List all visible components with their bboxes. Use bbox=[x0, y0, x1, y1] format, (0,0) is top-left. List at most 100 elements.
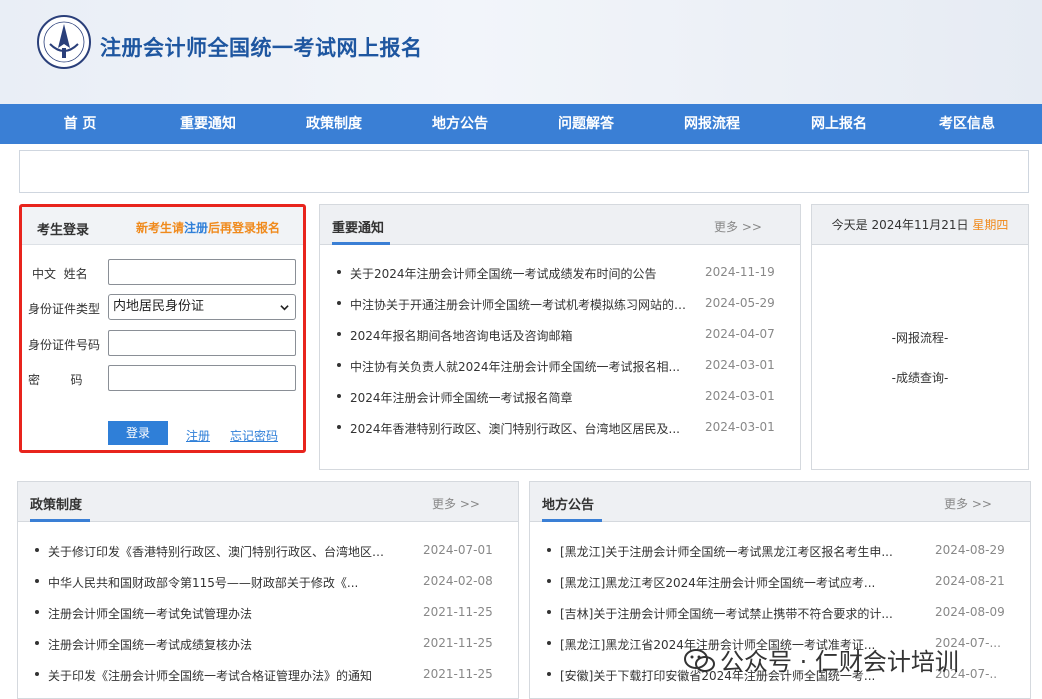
item-title[interactable]: 关于2024年注册会计师全国统一考试成绩发布时间的公告 bbox=[350, 265, 696, 282]
nav-process[interactable]: 网报流程 bbox=[667, 104, 757, 144]
banner-area bbox=[19, 150, 1029, 193]
item-title[interactable]: 关于修订印发《香港特别行政区、澳门特别行政区、台湾地区居... bbox=[48, 543, 394, 560]
item-date: 2021-11-25 bbox=[423, 667, 493, 681]
score-query-link[interactable]: -成绩查询- bbox=[812, 369, 1028, 386]
item-title[interactable]: 注册会计师全国统一考试免试管理办法 bbox=[48, 605, 394, 622]
id-type-value: 内地居民身份证 bbox=[113, 299, 205, 314]
nav-exam-area[interactable]: 考区信息 bbox=[922, 104, 1012, 144]
notices-header: 重要通知 更多 >> bbox=[320, 205, 800, 245]
item-title[interactable]: [吉林]关于注册会计师全国统一考试禁止携带不符合要求的计... bbox=[560, 605, 906, 622]
bullet-icon bbox=[337, 332, 341, 336]
watermark-text: 公众号 · 仁财会计培训 bbox=[720, 648, 959, 676]
chevron-down-icon bbox=[280, 305, 289, 311]
tip-prefix: 新考生请 bbox=[136, 221, 185, 235]
list-item[interactable]: 2024年香港特别行政区、澳门特别行政区、台湾地区居民及... 2024-03-0… bbox=[320, 420, 800, 438]
register-link[interactable]: 注册 bbox=[186, 427, 210, 444]
date-panel: 今天是 2024年11月21日 星期四 -网报流程- -成绩查询- bbox=[811, 204, 1029, 470]
id-type-label: 身份证件类型 bbox=[28, 302, 101, 316]
list-item[interactable]: 关于2024年注册会计师全国统一考试成绩发布时间的公告 2024-11-19 bbox=[320, 265, 800, 283]
login-panel: 考生登录 新考生请注册后再登录报名 中文 姓名 身份证件类型 内地居民身份证 身… bbox=[19, 204, 306, 453]
list-item[interactable]: 注册会计师全国统一考试免试管理办法 2021-11-25 bbox=[18, 605, 518, 623]
id-number-label: 身份证件号码 bbox=[28, 338, 101, 352]
notices-more-link[interactable]: 更多 >> bbox=[714, 218, 762, 235]
title-underline bbox=[30, 519, 90, 522]
item-title[interactable]: 中华人民共和国财政部令第115号——财政部关于修改《... bbox=[48, 574, 394, 591]
list-item[interactable]: 2024年注册会计师全国统一考试报名简章 2024-03-01 bbox=[320, 389, 800, 407]
item-date: 2021-11-25 bbox=[423, 636, 493, 650]
policy-title: 政策制度 bbox=[30, 498, 83, 513]
list-item[interactable]: [黑龙江]关于注册会计师全国统一考试黑龙江考区报名考生申... 2024-08-2… bbox=[530, 543, 1030, 561]
name-label: 中文 姓名 bbox=[32, 267, 88, 281]
bullet-icon bbox=[337, 363, 341, 367]
login-button[interactable]: 登录 bbox=[108, 421, 168, 445]
bullet-icon bbox=[337, 301, 341, 305]
id-number-input[interactable] bbox=[108, 330, 296, 356]
list-item[interactable]: 2024年报名期间各地咨询电话及咨询邮箱 2024-04-07 bbox=[320, 327, 800, 345]
local-title: 地方公告 bbox=[542, 498, 595, 513]
list-item[interactable]: 注册会计师全国统一考试成绩复核办法 2021-11-25 bbox=[18, 636, 518, 654]
login-title: 考生登录 bbox=[37, 223, 90, 238]
bullet-icon bbox=[35, 579, 39, 583]
bullet-icon bbox=[547, 641, 551, 645]
item-title[interactable]: [黑龙江]关于注册会计师全国统一考试黑龙江考区报名考生申... bbox=[560, 543, 906, 560]
date-header: 今天是 2024年11月21日 星期四 bbox=[812, 205, 1028, 245]
nav-policy[interactable]: 政策制度 bbox=[289, 104, 379, 144]
wechat-icon bbox=[684, 649, 715, 672]
item-title[interactable]: 注册会计师全国统一考试成绩复核办法 bbox=[48, 636, 394, 653]
item-date: 2024-07-01 bbox=[423, 543, 493, 557]
nav-register[interactable]: 网上报名 bbox=[794, 104, 884, 144]
policy-panel: 政策制度 更多 >> 关于修订印发《香港特别行政区、澳门特别行政区、台湾地区居.… bbox=[17, 481, 519, 699]
item-date: 2024-11-19 bbox=[705, 265, 775, 279]
item-date: 2024-08-09 bbox=[935, 605, 1005, 619]
notices-panel: 重要通知 更多 >> 关于2024年注册会计师全国统一考试成绩发布时间的公告 20… bbox=[319, 204, 801, 470]
item-title[interactable]: 2024年注册会计师全国统一考试报名简章 bbox=[350, 389, 696, 406]
item-title[interactable]: 关于印发《注册会计师全国统一考试合格证管理办法》的通知 bbox=[48, 667, 394, 684]
list-item[interactable]: 中注协有关负责人就2024年注册会计师全国统一考试报名相... 2024-03-0… bbox=[320, 358, 800, 376]
bullet-icon bbox=[337, 394, 341, 398]
password-input[interactable] bbox=[108, 365, 296, 391]
id-type-select[interactable]: 内地居民身份证 bbox=[108, 294, 296, 320]
tip-register-link[interactable]: 注册 bbox=[184, 221, 208, 235]
nav-local[interactable]: 地方公告 bbox=[415, 104, 505, 144]
list-item[interactable]: [吉林]关于注册会计师全国统一考试禁止携带不符合要求的计... 2024-08-0… bbox=[530, 605, 1030, 623]
item-date: 2024-04-07 bbox=[705, 327, 775, 341]
register-tip: 新考生请注册后再登录报名 bbox=[136, 219, 280, 236]
main-nav: 首 页 重要通知 政策制度 地方公告 问题解答 网报流程 网上报名 考区信息 bbox=[0, 104, 1042, 144]
bullet-icon bbox=[35, 610, 39, 614]
list-item[interactable]: [黑龙江]黑龙江考区2024年注册会计师全国统一考试应考... 2024-08-2… bbox=[530, 574, 1030, 592]
local-more-link[interactable]: 更多 >> bbox=[944, 495, 992, 512]
item-title[interactable]: [黑龙江]黑龙江考区2024年注册会计师全国统一考试应考... bbox=[560, 574, 906, 591]
name-input[interactable] bbox=[108, 259, 296, 285]
list-item[interactable]: 关于修订印发《香港特别行政区、澳门特别行政区、台湾地区居... 2024-07-0… bbox=[18, 543, 518, 561]
password-label: 密 码 bbox=[28, 373, 83, 387]
login-header: 考生登录 新考生请注册后再登录报名 bbox=[22, 207, 303, 245]
list-item[interactable]: 中华人民共和国财政部令第115号——财政部关于修改《... 2024-02-08 bbox=[18, 574, 518, 592]
bullet-icon bbox=[547, 672, 551, 676]
nav-home[interactable]: 首 页 bbox=[35, 104, 125, 144]
bullet-icon bbox=[547, 579, 551, 583]
item-title[interactable]: 中注协关于开通注册会计师全国统一考试机考模拟练习网站的公... bbox=[350, 296, 696, 313]
item-date: 2021-11-25 bbox=[423, 605, 493, 619]
list-item[interactable]: 中注协关于开通注册会计师全国统一考试机考模拟练习网站的公... 2024-05-2… bbox=[320, 296, 800, 314]
forgot-password-link[interactable]: 忘记密码 bbox=[230, 427, 278, 444]
cicpa-logo-icon bbox=[37, 15, 91, 69]
item-date: 2024-02-08 bbox=[423, 574, 493, 588]
weekday-text: 星期四 bbox=[972, 218, 1009, 232]
item-date: 2024-03-01 bbox=[705, 389, 775, 403]
item-title[interactable]: 2024年报名期间各地咨询电话及咨询邮箱 bbox=[350, 327, 696, 344]
local-header: 地方公告 更多 >> bbox=[530, 482, 1030, 522]
nav-faq[interactable]: 问题解答 bbox=[541, 104, 631, 144]
nav-notices[interactable]: 重要通知 bbox=[163, 104, 253, 144]
process-link[interactable]: -网报流程- bbox=[812, 329, 1028, 346]
item-date: 2024-03-01 bbox=[705, 358, 775, 372]
policy-header: 政策制度 更多 >> bbox=[18, 482, 518, 522]
item-title[interactable]: 2024年香港特别行政区、澳门特别行政区、台湾地区居民及... bbox=[350, 420, 696, 437]
tip-suffix: 后再登录报名 bbox=[208, 221, 281, 235]
item-date: 2024-03-01 bbox=[705, 420, 775, 434]
bullet-icon bbox=[547, 610, 551, 614]
list-item[interactable]: 关于印发《注册会计师全国统一考试合格证管理办法》的通知 2021-11-25 bbox=[18, 667, 518, 685]
item-title[interactable]: 中注协有关负责人就2024年注册会计师全国统一考试报名相... bbox=[350, 358, 696, 375]
bullet-icon bbox=[337, 270, 341, 274]
policy-more-link[interactable]: 更多 >> bbox=[432, 495, 480, 512]
notices-title: 重要通知 bbox=[332, 221, 385, 236]
